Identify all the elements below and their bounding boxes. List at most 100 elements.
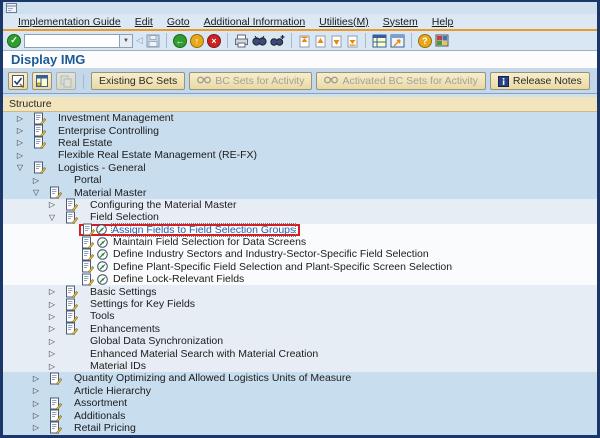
tree-row[interactable]: ▷ Configuring the Material Master [3,199,597,211]
tree-item-label[interactable]: Enterprise Controlling [58,125,159,137]
documentation-icon[interactable] [65,322,78,335]
tree-item-label[interactable]: Assign Fields to Field Selection Groups [112,224,295,236]
expand-node-icon[interactable]: ▷ [47,324,57,333]
tree-item-label[interactable]: Article Hierarchy [74,385,151,397]
tree-row[interactable]: ▽ Field Selection [3,211,597,223]
tree-item-label[interactable]: Settings for Key Fields [90,298,195,310]
copy-icon-button[interactable] [56,72,76,90]
tree-row[interactable]: ▷Enhanced Material Search with Material … [3,347,597,359]
tree-row[interactable]: ▷ Flexible Real Estate Management (RE-FX) [3,149,597,161]
expand-node-icon[interactable]: ▷ [15,126,25,135]
tree-item-label[interactable]: Define Lock-Relevant Fields [113,273,244,285]
menu-item-utilities-m[interactable]: Utilities(M) [312,16,376,28]
expand-node-icon[interactable]: ▷ [47,362,57,371]
back-icon[interactable]: ← [173,34,187,48]
documentation-icon[interactable] [33,124,46,137]
tree-row[interactable]: ▷ Enhancements [3,323,597,335]
create-session-icon[interactable] [372,34,387,48]
documentation-icon[interactable] [65,198,78,211]
create-shortcut-icon[interactable] [390,34,405,48]
menu-item-goto[interactable]: Goto [160,16,197,28]
print-icon[interactable] [234,34,249,48]
menu-item-implementation-guide[interactable]: Implementation Guide [11,16,128,28]
expand-node-icon[interactable]: ▷ [47,300,57,309]
expand-node-icon[interactable]: ▷ [15,151,25,160]
tree-row[interactable]: Define Plant-Specific Field Selection an… [3,261,597,273]
tree-item-label[interactable]: Define Industry Sectors and Industry-Sec… [113,248,429,260]
documentation-icon[interactable] [81,260,94,273]
next-page-icon[interactable] [330,34,343,48]
menu-item-help[interactable]: Help [425,16,461,28]
tree-row[interactable]: ▷ Additionals [3,409,597,421]
documentation-icon[interactable] [82,223,95,236]
tree-row[interactable]: ▷ Assortment [3,397,597,409]
find-next-icon[interactable] [270,34,285,47]
tree-row[interactable]: ▷ Portal [3,174,597,186]
documentation-icon[interactable] [49,409,62,422]
tree-item-label[interactable]: Material Master [74,187,146,199]
expand-node-icon[interactable]: ▷ [31,399,41,408]
execute-activity-icon[interactable] [96,260,109,273]
command-field-dropdown-icon[interactable]: ▼ [120,34,133,48]
tree-item-label[interactable]: Quantity Optimizing and Allowed Logistic… [74,372,351,384]
save-icon[interactable] [146,34,160,48]
tree-row[interactable]: ▷ Article Hierarchy [3,385,597,397]
documentation-icon[interactable] [65,285,78,298]
first-page-icon[interactable] [298,34,311,48]
menu-item-edit[interactable]: Edit [128,16,160,28]
tree-item-label[interactable]: Basic Settings [90,286,157,298]
tree-item-label[interactable]: Global Data Synchronization [90,335,223,347]
tree-item-label[interactable]: Investment Management [58,112,174,124]
tree-row[interactable]: Define Lock-Relevant Fields [3,273,597,285]
tree-item-label[interactable]: Real Estate [58,137,112,149]
activated-bc-sets-for-activity-button[interactable]: Activated BC Sets for Activity [316,72,485,90]
expand-node-icon[interactable]: ▷ [47,200,57,209]
tree-item-label[interactable]: Assortment [74,397,127,409]
documentation-icon[interactable] [49,186,62,199]
tree-item-label[interactable]: Retail Pricing [74,422,136,434]
documentation-icon[interactable] [81,248,94,261]
expand-node-icon[interactable]: ▷ [31,411,41,420]
documentation-icon[interactable] [65,298,78,311]
collapse-node-icon[interactable]: ▽ [31,188,41,197]
execute-activity-icon[interactable] [96,273,109,286]
tree-item-label[interactable]: Configuring the Material Master [90,199,236,211]
tree-row[interactable]: ▽ Logistics - General [3,162,597,174]
existing-bc-sets-button[interactable]: Existing BC Sets [91,72,185,90]
tree-item-label[interactable]: Portal [74,174,101,186]
document-check-icon-button[interactable] [8,72,28,90]
last-page-icon[interactable] [346,34,359,48]
tree-row[interactable]: ▷ Quantity Optimizing and Allowed Logist… [3,372,597,384]
collapse-node-icon[interactable]: ▽ [47,213,57,222]
documentation-icon[interactable] [81,273,94,286]
customize-layout-icon[interactable] [435,34,449,47]
documentation-icon[interactable] [33,112,46,125]
tree-item-label[interactable]: Additionals [74,410,125,422]
tree-row[interactable]: ▷ Enterprise Controlling [3,124,597,136]
previous-page-icon[interactable] [314,34,327,48]
tree-row[interactable]: ▷ Investment Management [3,112,597,124]
tree-item-label[interactable]: Flexible Real Estate Management (RE-FX) [58,149,257,161]
tree-row[interactable]: ▷Global Data Synchronization [3,335,597,347]
documentation-icon[interactable] [49,397,62,410]
expand-node-icon[interactable]: ▷ [15,114,25,123]
tree-item-label[interactable]: Material IDs [90,360,146,372]
expand-node-icon[interactable]: ▷ [31,176,41,185]
tree-row[interactable]: Maintain Field Selection for Data Screen… [3,236,597,248]
tree-item-label[interactable]: Field Selection [90,211,159,223]
collapse-node-icon[interactable]: ▽ [15,163,25,172]
tree-row[interactable]: ▷ Retail Pricing [3,422,597,434]
expand-node-icon[interactable]: ▷ [31,386,41,395]
documentation-icon[interactable] [33,161,46,174]
exit-icon[interactable]: ↑ [190,34,204,48]
expand-node-icon[interactable]: ▷ [47,287,57,296]
execute-activity-icon[interactable] [95,223,108,236]
menu-item-system[interactable]: System [376,16,425,28]
enter-icon[interactable]: ✓ [7,34,21,48]
documentation-icon[interactable] [65,310,78,323]
cancel-icon[interactable]: × [207,34,221,48]
tree-row[interactable]: Assign Fields to Field Selection Groups [3,224,597,236]
tree-row[interactable]: Define Industry Sectors and Industry-Sec… [3,248,597,260]
table-settings-icon-button[interactable] [32,72,52,90]
tree-item-label[interactable]: Enhanced Material Search with Material C… [90,348,318,360]
